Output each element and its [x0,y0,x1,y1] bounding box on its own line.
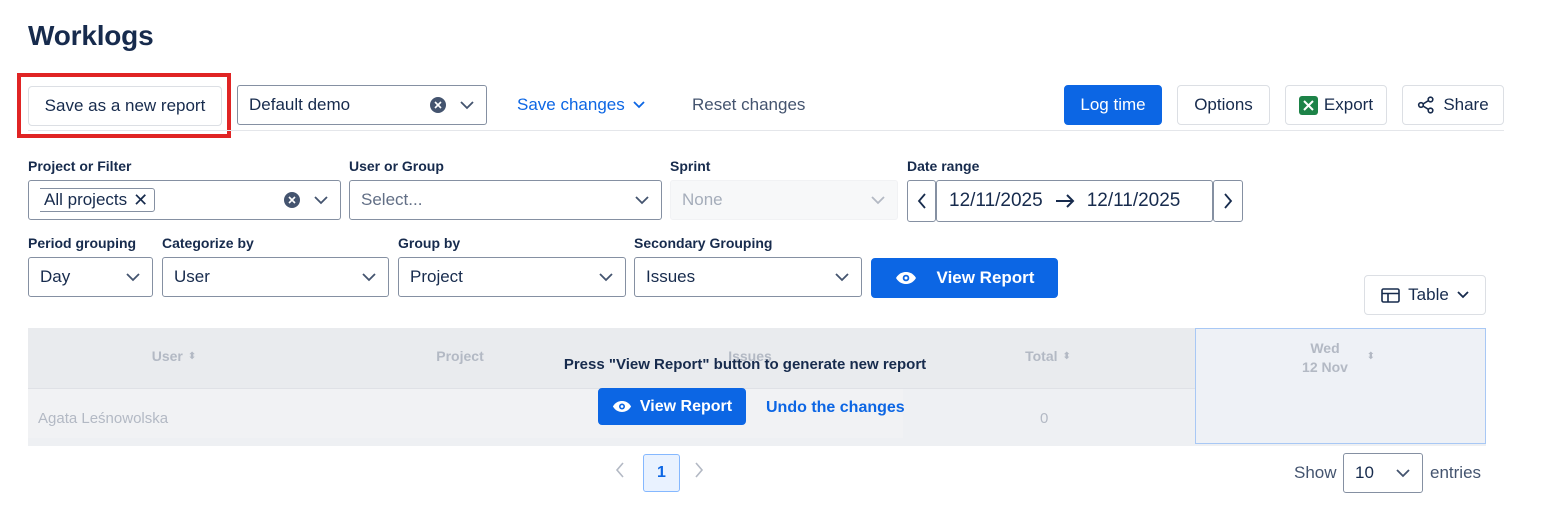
overlay-view-report-button[interactable]: View Report [598,388,746,425]
chevron-down-icon[interactable] [360,268,378,286]
chevron-down-icon[interactable] [124,268,142,286]
group-by-value: Project [410,267,463,286]
sprint-label: Sprint [670,158,711,174]
chevron-right-icon [695,462,704,478]
table-icon [1381,287,1400,303]
chevron-left-icon [615,462,624,478]
chevron-down-icon[interactable] [833,268,851,286]
categorize-by-select[interactable]: User [162,257,389,297]
categorize-by-value: User [174,267,210,286]
arrow-right-icon [1055,194,1075,208]
page-size-select[interactable]: 10 [1343,453,1423,493]
period-grouping-value: Day [40,267,71,286]
clear-icon[interactable] [284,192,300,208]
sprint-value: None [682,190,723,209]
undo-changes-link[interactable]: Undo the changes [766,399,905,417]
period-grouping-select[interactable]: Day [28,257,153,297]
excel-icon [1298,95,1318,115]
eye-icon [895,271,917,285]
next-page-button[interactable] [694,462,704,483]
chevron-left-icon [917,193,926,209]
reset-changes-link[interactable]: Reset changes [692,95,805,115]
overlay-view-report-label: View Report [639,397,733,415]
user-filter-select[interactable]: Select... [349,180,662,220]
export-label: Export [1323,95,1374,114]
sprint-select: None [670,180,898,220]
prev-page-button[interactable] [615,462,625,483]
chevron-down-icon [633,101,645,109]
date-prev-button[interactable] [907,180,936,222]
eye-icon [612,400,632,413]
show-label: Show [1294,463,1337,482]
view-report-button[interactable]: View Report [871,258,1058,298]
secondary-grouping-select[interactable]: Issues [634,257,862,297]
project-filter-select[interactable]: All projects ✕ [28,180,341,220]
date-from: 12/11/2025 [949,190,1043,211]
date-range-label: Date range [907,158,980,174]
page-size-value: 10 [1355,463,1374,482]
view-report-label: View Report [936,268,1035,287]
chevron-down-icon[interactable] [312,191,330,209]
group-by-label: Group by [398,235,461,251]
secondary-grouping-value: Issues [646,267,696,286]
user-filter-placeholder: Select... [361,190,423,209]
user-filter-label: User or Group [349,158,444,174]
report-select[interactable]: Default demo [237,85,487,125]
row-total: 0 [1040,410,1049,427]
options-button[interactable]: Options [1177,85,1270,125]
share-button[interactable]: Share [1402,85,1504,125]
view-toggle-button[interactable]: Table [1364,275,1486,315]
clear-icon[interactable] [430,97,446,113]
project-tag-label: All projects [44,190,128,209]
date-range-input[interactable]: 12/11/2025 12/11/2025 [936,180,1213,222]
row-user: Agata Leśnowolska [38,410,169,427]
page-button-current[interactable]: 1 [643,454,680,492]
period-grouping-label: Period grouping [28,235,137,251]
view-toggle-label: Table [1408,285,1449,304]
date-next-button[interactable] [1213,180,1243,222]
overlay-message: Press "View Report" button to generate n… [563,356,927,373]
chevron-right-icon [1224,193,1233,209]
save-changes-label: Save changes [517,95,625,114]
report-select-value: Default demo [249,95,351,114]
entries-label: entries [1430,463,1482,482]
chevron-down-icon[interactable] [633,191,651,209]
chevron-down-icon [1457,291,1469,299]
save-changes-dropdown[interactable]: Save changes [517,95,645,115]
group-by-select[interactable]: Project [398,257,626,297]
project-tag: All projects ✕ [40,188,156,212]
chevron-down-icon[interactable] [1394,464,1412,482]
toolbar-divider [28,130,1504,131]
chevron-down-icon [869,191,887,209]
secondary-grouping-label: Secondary Grouping [634,235,773,251]
chevron-down-icon[interactable] [458,96,476,114]
share-icon [1417,96,1435,114]
page-title: Worklogs [28,20,154,51]
date-column: Wed 12 Nov ⬍ [1195,328,1486,444]
remove-tag-icon[interactable]: ✕ [133,191,148,209]
log-time-button[interactable]: Log time [1064,85,1162,125]
save-as-new-report-button[interactable]: Save as a new report [28,86,222,126]
report-table: User ⬍ Project Issues Total ⬍ Wed 12 Nov ⬍… [28,328,1486,446]
date-to: 12/11/2025 [1086,190,1181,211]
chevron-down-icon[interactable] [597,268,615,286]
categorize-by-label: Categorize by [162,235,254,251]
project-filter-label: Project or Filter [28,158,132,174]
share-label: Share [1443,95,1489,114]
export-button[interactable]: Export [1285,85,1387,125]
